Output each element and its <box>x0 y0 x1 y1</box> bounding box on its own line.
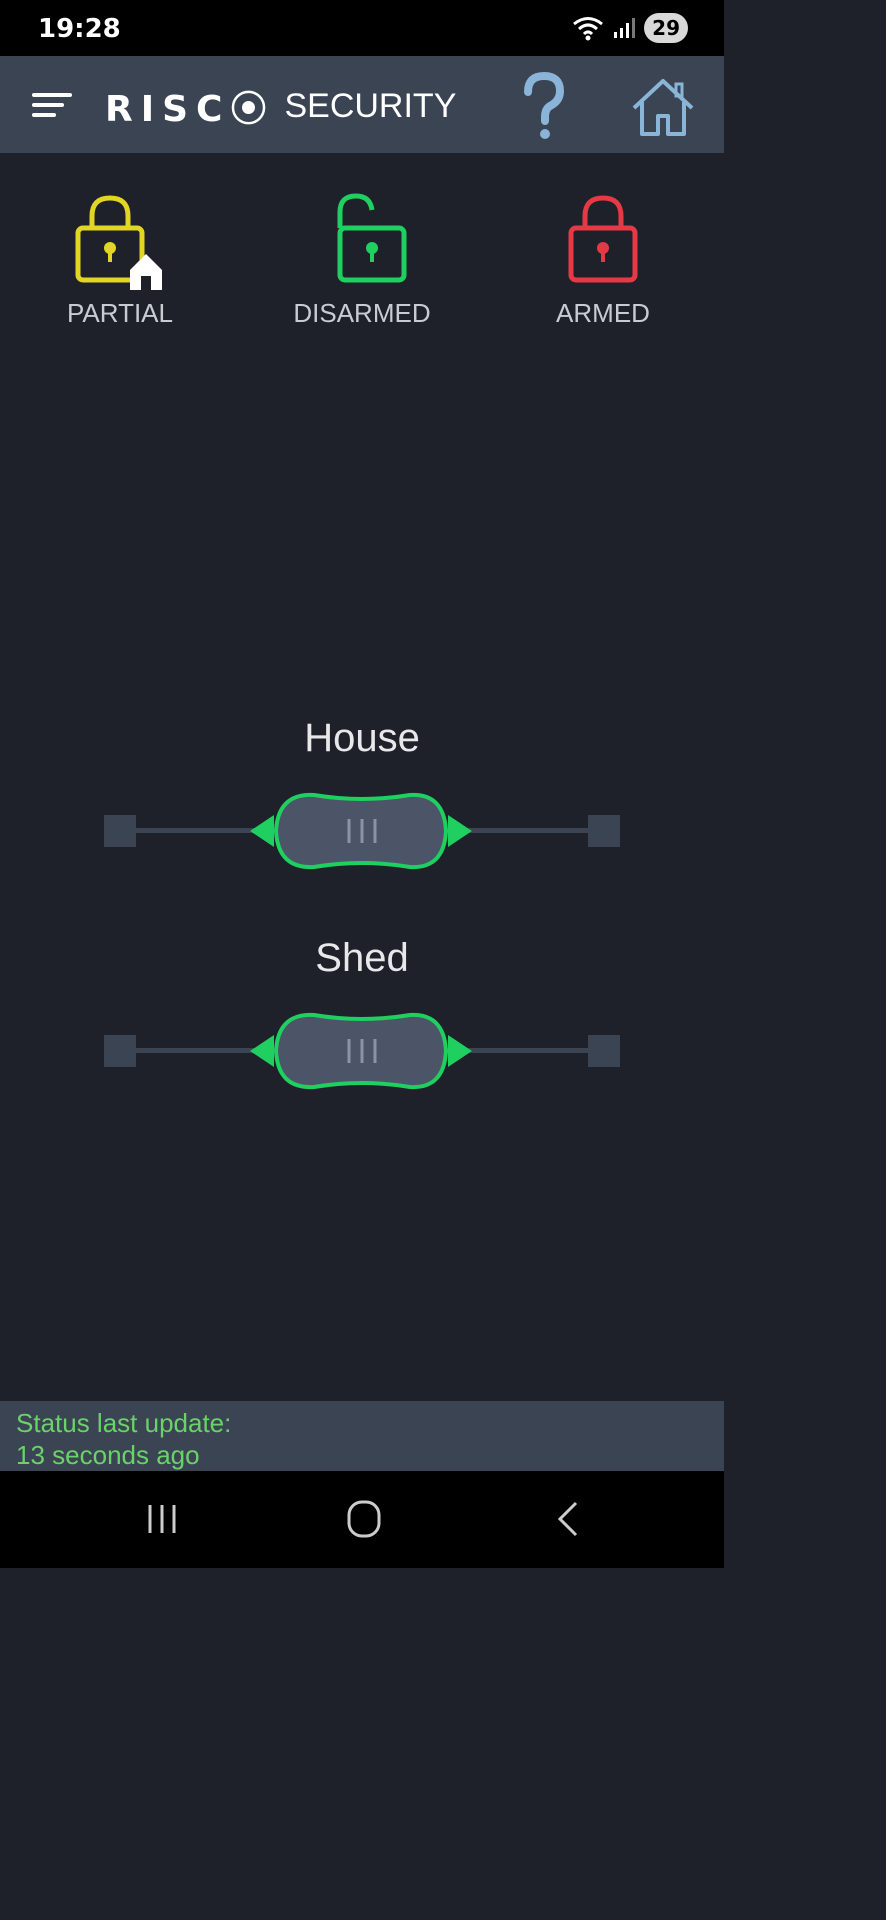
app-logo: RISC⦿ SECURITY <box>105 82 457 131</box>
slider-arrow-right <box>448 1035 472 1067</box>
slider-arrow-left <box>250 1035 274 1067</box>
back-icon[interactable] <box>538 1499 598 1539</box>
slider-end-left[interactable] <box>104 1035 136 1067</box>
status-update-time: 13 seconds ago <box>16 1440 200 1470</box>
home-nav-icon[interactable] <box>334 1499 394 1539</box>
home-icon[interactable] <box>630 76 696 138</box>
battery-indicator: 29 <box>644 13 688 43</box>
mode-partial-button[interactable]: PARTIAL <box>20 190 220 329</box>
mode-disarmed-label: DISARMED <box>293 298 431 328</box>
help-icon[interactable] <box>516 70 572 142</box>
clock: 19:28 <box>38 14 121 44</box>
partition-slider-shed[interactable] <box>104 1011 620 1091</box>
partition-slider-house[interactable] <box>104 791 620 871</box>
app-header: RISC⦿ SECURITY <box>0 56 724 153</box>
mode-armed-button[interactable]: ARMED <box>503 190 703 329</box>
status-icons: 29 <box>572 12 688 44</box>
lock-icon <box>568 195 638 283</box>
slider-end-right[interactable] <box>588 1035 620 1067</box>
partition-name-shed: Shed <box>315 936 409 980</box>
lock-home-icon <box>75 195 162 290</box>
unlock-icon <box>337 193 407 283</box>
slider-end-right[interactable] <box>588 815 620 847</box>
logo-wordmark: RISC⦿ <box>105 89 275 130</box>
signal-icon <box>614 18 636 38</box>
menu-icon[interactable] <box>30 90 74 120</box>
slider-end-left[interactable] <box>104 815 136 847</box>
system-nav-bar <box>0 1471 724 1568</box>
status-update-footer: Status last update: 13 seconds ago <box>0 1401 724 1471</box>
partition-name-house: House <box>304 716 420 760</box>
mode-armed-label: ARMED <box>556 298 650 328</box>
slider-arrow-right <box>448 815 472 847</box>
recent-apps-icon[interactable] <box>132 1499 192 1539</box>
mode-partial-label: PARTIAL <box>67 298 173 328</box>
system-status-bar: 19:28 29 <box>0 0 724 56</box>
logo-subtitle: SECURITY <box>284 86 457 125</box>
wifi-icon <box>573 17 604 41</box>
mode-disarmed-button[interactable]: DISARMED <box>262 190 462 329</box>
slider-arrow-left <box>250 815 274 847</box>
status-update-label: Status last update: <box>16 1408 232 1438</box>
